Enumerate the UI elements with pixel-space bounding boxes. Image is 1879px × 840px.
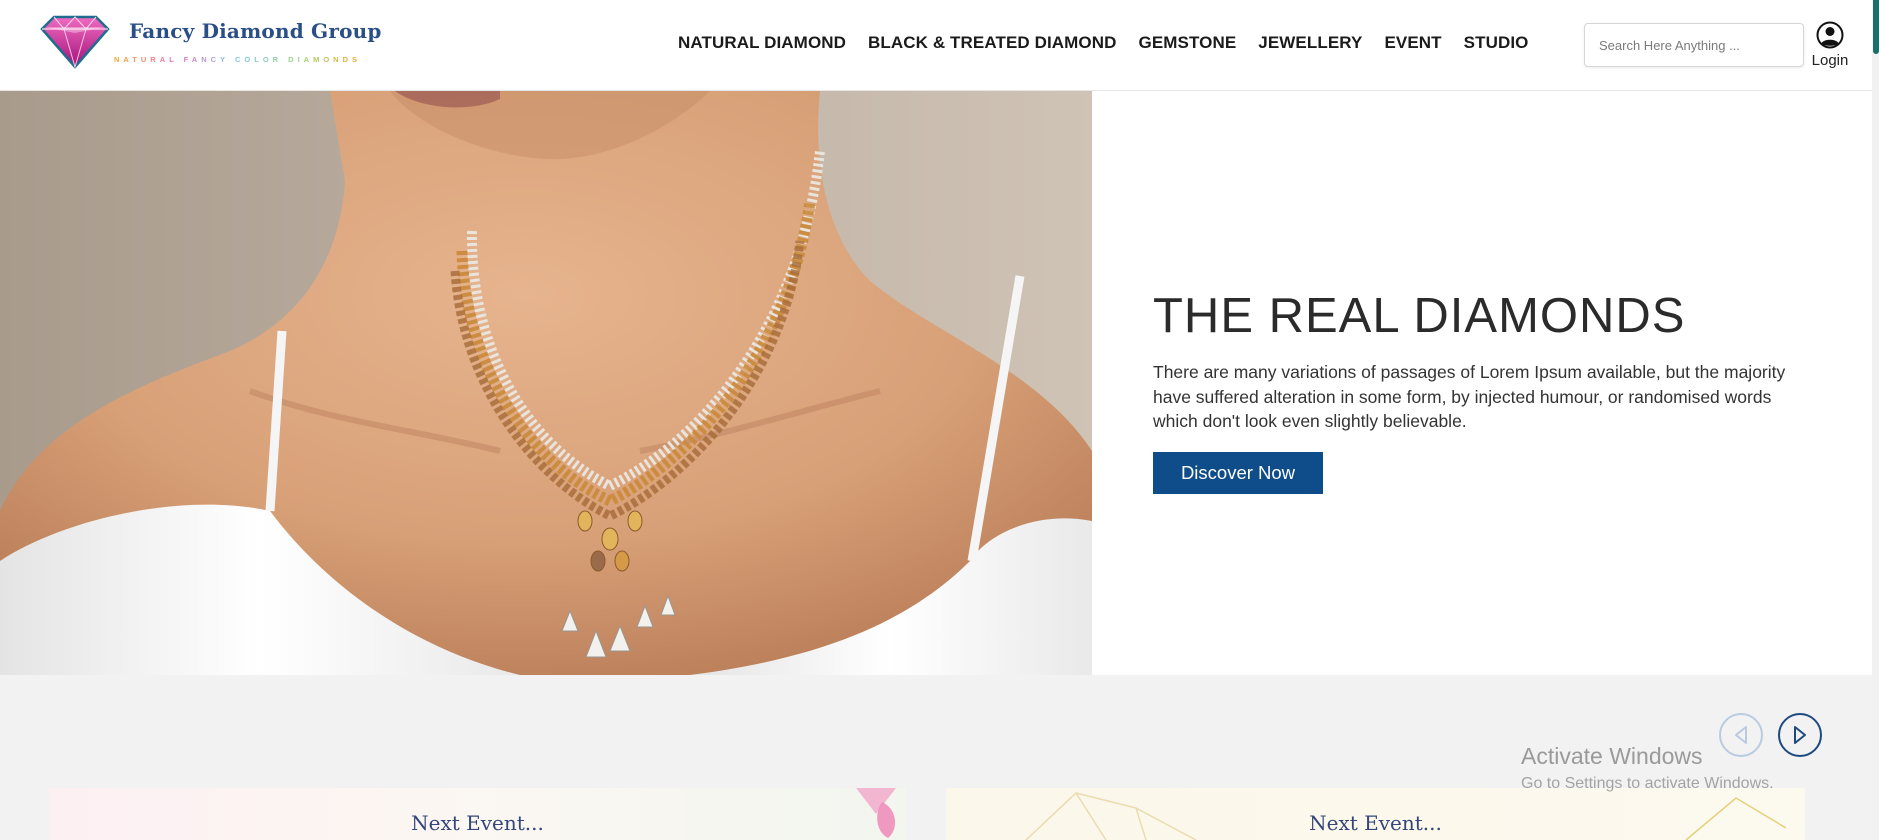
brand-tagline: NATURAL FANCY COLOR DIAMONDS — [114, 55, 361, 64]
diamond-logo-icon — [40, 15, 110, 69]
event-card-title: Next Event... — [411, 811, 544, 835]
hero-content: THE REAL DIAMONDS There are many variati… — [1153, 288, 1813, 494]
user-circle-icon — [1816, 21, 1844, 49]
event-card[interactable]: Next Event... — [49, 788, 906, 840]
nav-item-event[interactable]: EVENT — [1384, 33, 1441, 53]
nav-item-gemstone[interactable]: GEMSTONE — [1139, 33, 1237, 53]
watermark-subtitle: Go to Settings to activate Windows. — [1521, 775, 1774, 792]
login-button[interactable]: Login — [1808, 21, 1852, 69]
activate-windows-watermark: Activate Windows Go to Settings to activ… — [1521, 743, 1774, 793]
search-box — [1584, 23, 1804, 67]
login-label: Login — [1811, 52, 1849, 69]
carousel-next-button[interactable] — [1778, 713, 1822, 757]
discover-now-button[interactable]: Discover Now — [1153, 451, 1323, 494]
brand-logo[interactable]: Fancy Diamond Group NATURAL FANCY COLOR … — [38, 13, 381, 71]
brand-name: Fancy Diamond Group — [129, 19, 382, 43]
nav-item-natural-diamond[interactable]: NATURAL DIAMOND — [678, 33, 846, 53]
site-header: Fancy Diamond Group NATURAL FANCY COLOR … — [0, 0, 1872, 91]
hero-title: THE REAL DIAMONDS — [1153, 289, 1686, 343]
hero-description: There are many variations of passages of… — [1153, 362, 1786, 431]
page-scrollbar[interactable] — [1872, 0, 1879, 840]
watermark-title: Activate Windows — [1521, 743, 1703, 769]
main-nav: NATURAL DIAMOND BLACK & TREATED DIAMOND … — [678, 33, 1528, 53]
page-scrollbar-thumb[interactable] — [1873, 0, 1879, 54]
nav-item-black-treated-diamond[interactable]: BLACK & TREATED DIAMOND — [868, 33, 1116, 53]
hero-image — [0, 91, 1092, 675]
chevron-right-circle-icon — [1794, 726, 1806, 744]
nav-item-studio[interactable]: STUDIO — [1464, 33, 1529, 53]
nav-item-jewellery[interactable]: JEWELLERY — [1258, 33, 1362, 53]
event-card[interactable]: Next Event... — [946, 788, 1805, 840]
brand-tagline-text: NATURAL FANCY COLOR DIAMONDS — [114, 55, 361, 64]
search-input[interactable] — [1585, 24, 1803, 66]
event-card-title: Next Event... — [1309, 811, 1442, 835]
necklace-photo — [0, 91, 1092, 675]
